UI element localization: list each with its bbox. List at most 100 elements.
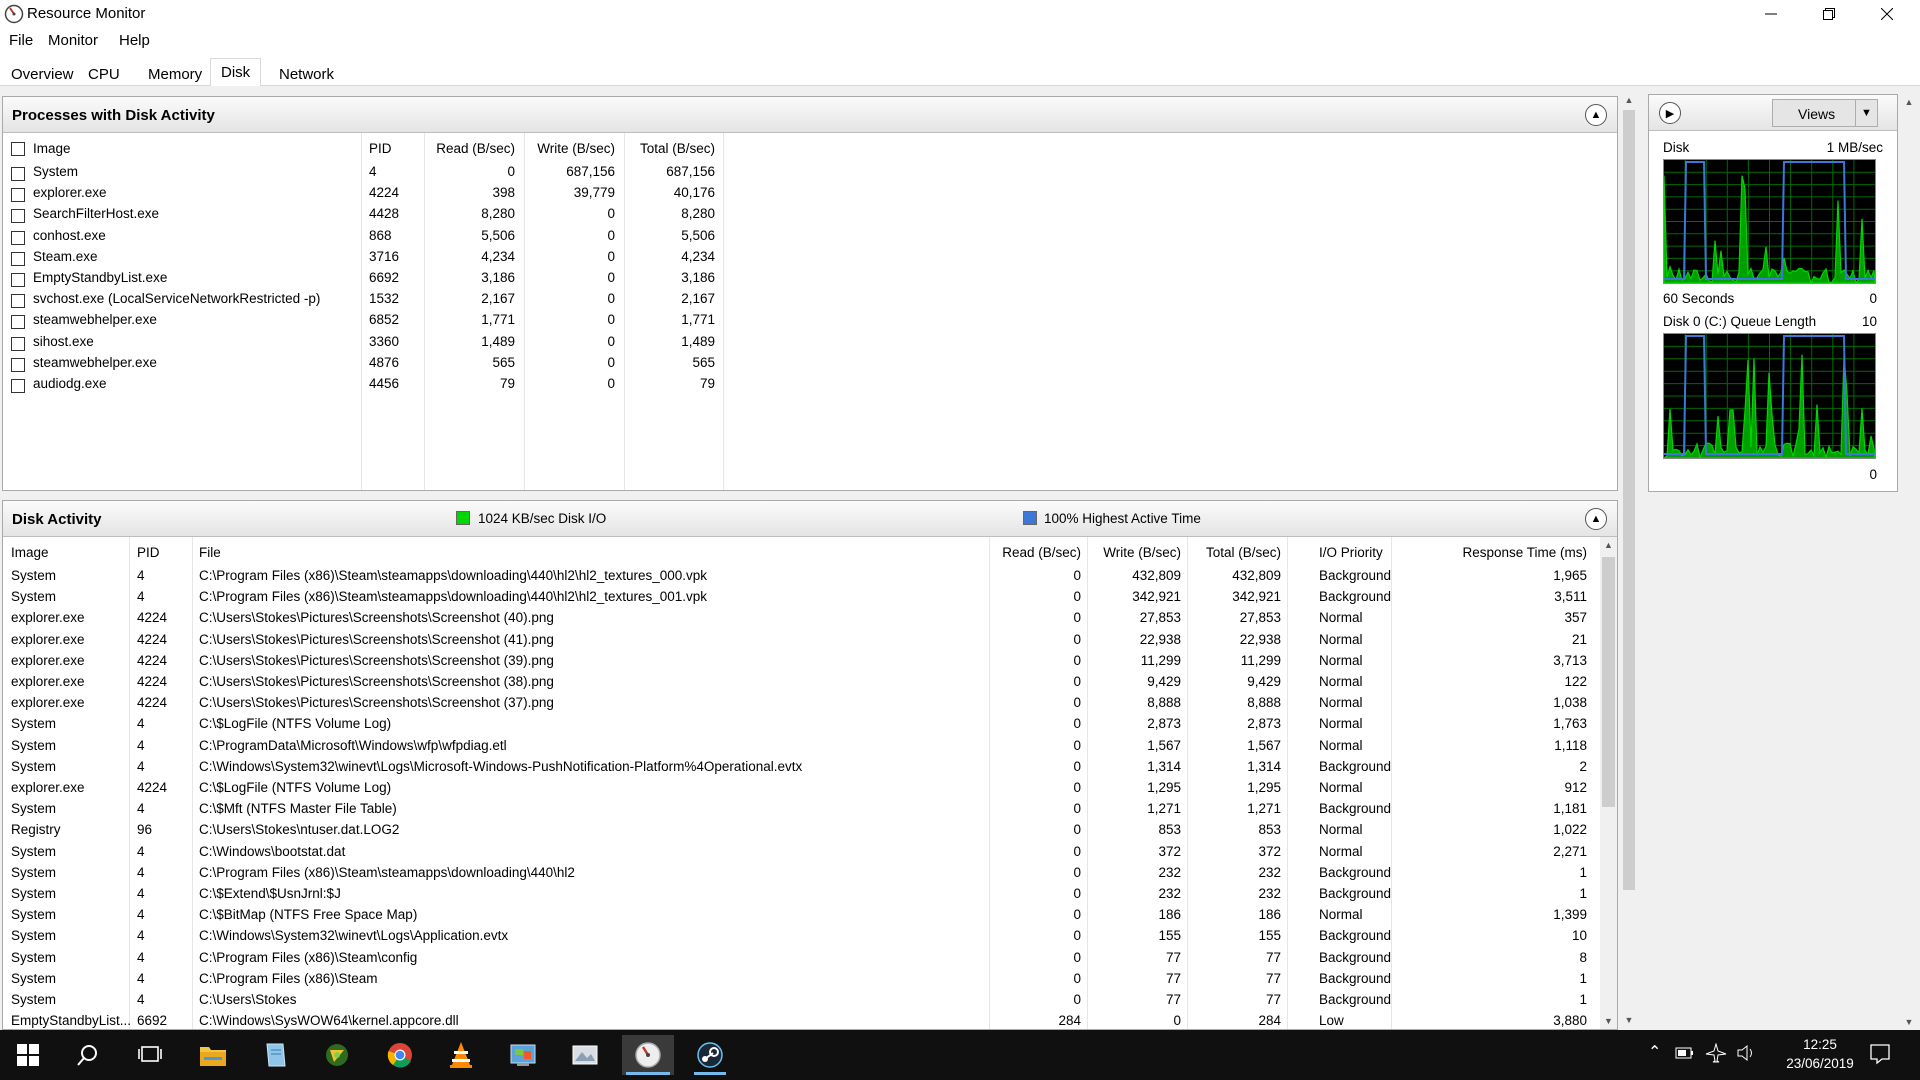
disk-row-cell[interactable]: Background: [1319, 886, 1391, 901]
disk-row-cell[interactable]: Low: [1319, 1013, 1344, 1028]
disk-row-cell[interactable]: explorer.exe: [11, 780, 85, 795]
windows-start-icon[interactable]: [8, 1035, 48, 1075]
process-row-cell[interactable]: EmptyStandbyList.exe: [33, 270, 167, 285]
disk-row-cell[interactable]: 155: [1158, 928, 1181, 943]
disk-column-header-image[interactable]: Image: [11, 545, 49, 560]
disk-row-cell[interactable]: 0: [1073, 568, 1081, 583]
process-row-cell[interactable]: steamwebhelper.exe: [33, 312, 157, 327]
main-scrollbar[interactable]: ▲ ▼: [1620, 92, 1638, 1028]
process-row-cell[interactable]: 4456: [369, 376, 399, 391]
disk-row-cell[interactable]: System: [11, 801, 56, 816]
process-row-cell[interactable]: 4224: [369, 185, 399, 200]
disk-row-cell[interactable]: 1,965: [1553, 568, 1587, 583]
process-row-cell[interactable]: Steam.exe: [33, 249, 98, 264]
disk-row-cell[interactable]: 27,853: [1140, 610, 1181, 625]
disk-row-cell[interactable]: 2,271: [1553, 844, 1587, 859]
disk-row-cell[interactable]: 11,299: [1241, 653, 1281, 668]
main-scroll-thumb[interactable]: [1623, 110, 1635, 890]
process-row-cell[interactable]: 0: [607, 334, 615, 349]
disk-row-cell[interactable]: System: [11, 886, 56, 901]
disk-row-cell[interactable]: 0: [1073, 886, 1081, 901]
disk-row-cell[interactable]: 186: [1158, 907, 1181, 922]
disk-column-header-write-b-sec[interactable]: Write (B/sec): [1103, 545, 1181, 560]
process-row-cell[interactable]: 687,156: [666, 164, 715, 179]
disk-activity-scrollbar[interactable]: ▲ ▼: [1600, 537, 1617, 1029]
media-player-icon[interactable]: [317, 1035, 357, 1075]
disk-row-cell[interactable]: Background: [1319, 950, 1391, 965]
disk-row-cell[interactable]: Normal: [1319, 695, 1363, 710]
disk-row-cell[interactable]: 1: [1579, 992, 1587, 1007]
process-row-cell[interactable]: sihost.exe: [33, 334, 94, 349]
disk-row-cell[interactable]: System: [11, 950, 56, 965]
process-row-cell[interactable]: 6852: [369, 312, 399, 327]
disk-row-cell[interactable]: 0: [1073, 801, 1081, 816]
disk-column-header-i-o-priority[interactable]: I/O Priority: [1319, 545, 1383, 560]
disk-row-cell[interactable]: 1,181: [1553, 801, 1587, 816]
disk-row-cell[interactable]: 1: [1579, 971, 1587, 986]
chrome-icon[interactable]: [380, 1035, 420, 1075]
process-row-cell[interactable]: steamwebhelper.exe: [33, 355, 157, 370]
disk-row-cell[interactable]: Normal: [1319, 907, 1363, 922]
process-row-cell[interactable]: 0: [607, 270, 615, 285]
disk-row-cell[interactable]: 0: [1073, 971, 1081, 986]
process-row-cell[interactable]: 0: [607, 312, 615, 327]
process-checkbox[interactable]: [11, 209, 25, 224]
process-row-cell[interactable]: 39,779: [574, 185, 615, 200]
disk-row-cell[interactable]: 11,299: [1141, 653, 1181, 668]
disk-row-cell[interactable]: C:\$LogFile (NTFS Volume Log): [199, 716, 391, 731]
chevron-up-icon[interactable]: ⌃: [1648, 1042, 1661, 1062]
process-row-cell[interactable]: 0: [607, 206, 615, 221]
disk-row-cell[interactable]: EmptyStandbyList...: [11, 1013, 131, 1028]
process-row-cell[interactable]: 0: [607, 249, 615, 264]
disk-row-cell[interactable]: 27,853: [1240, 610, 1281, 625]
disk-row-cell[interactable]: 0: [1073, 907, 1081, 922]
process-row-cell[interactable]: svchost.exe (LocalServiceNetworkRestrict…: [33, 291, 320, 306]
disk-activity-panel-header[interactable]: Disk Activity 1024 KB/sec Disk I/O 100% …: [3, 501, 1617, 537]
disk-row-cell[interactable]: 232: [1258, 865, 1281, 880]
disk-row-cell[interactable]: explorer.exe: [11, 653, 85, 668]
disk-row-cell[interactable]: Background: [1319, 971, 1391, 986]
disk-row-cell[interactable]: 4: [137, 568, 145, 583]
disk-row-cell[interactable]: 232: [1258, 886, 1281, 901]
disk-row-cell[interactable]: Background: [1319, 801, 1391, 816]
column-header-image[interactable]: Image: [33, 141, 71, 156]
disk-row-cell[interactable]: C:\$Extend\$UsnJrnl:$J: [199, 886, 341, 901]
disk-row-cell[interactable]: 4224: [137, 610, 167, 625]
disk-row-cell[interactable]: C:\Program Files (x86)\Steam\steamapps\d…: [199, 865, 575, 880]
disk-row-cell[interactable]: 77: [1166, 950, 1181, 965]
disk-row-cell[interactable]: 77: [1266, 971, 1281, 986]
process-row-cell[interactable]: 3716: [369, 249, 399, 264]
disk-row-cell[interactable]: C:\Program Files (x86)\Steam\steamapps\d…: [199, 568, 707, 583]
process-checkbox[interactable]: [11, 230, 25, 245]
disk-row-cell[interactable]: 0: [1073, 695, 1081, 710]
disk-row-cell[interactable]: Normal: [1319, 610, 1363, 625]
volume-icon[interactable]: [1736, 1044, 1756, 1062]
control-panel-icon[interactable]: [503, 1035, 543, 1075]
disk-row-cell[interactable]: 1: [1579, 886, 1587, 901]
disk-row-cell[interactable]: System: [11, 907, 56, 922]
steam-icon[interactable]: [690, 1035, 730, 1075]
process-row-cell[interactable]: 8,280: [681, 206, 715, 221]
disk-row-cell[interactable]: 1,314: [1247, 759, 1281, 774]
disk-row-cell[interactable]: 0: [1073, 632, 1081, 647]
disk-row-cell[interactable]: C:\Windows\System32\winevt\Logs\Microsof…: [199, 759, 802, 774]
column-header-read-b-sec[interactable]: Read (B/sec): [436, 141, 515, 156]
disk-row-cell[interactable]: C:\Users\Stokes\Pictures\Screenshots\Scr…: [199, 610, 554, 625]
disk-row-cell[interactable]: 0: [1073, 844, 1081, 859]
process-row-cell[interactable]: 4,234: [481, 249, 515, 264]
disk-row-cell[interactable]: 9,429: [1247, 674, 1281, 689]
action-center-icon[interactable]: [1869, 1043, 1891, 1065]
disk-row-cell[interactable]: 1,567: [1147, 738, 1181, 753]
disk-row-cell[interactable]: 4: [137, 738, 145, 753]
battery-icon[interactable]: [1675, 1046, 1695, 1060]
process-row-cell[interactable]: 8,280: [481, 206, 515, 221]
process-row-cell[interactable]: 2,167: [481, 291, 515, 306]
process-row-cell[interactable]: 4428: [369, 206, 399, 221]
expand-graphs-button[interactable]: ▶: [1659, 102, 1681, 124]
process-row-cell[interactable]: 1532: [369, 291, 399, 306]
process-row-cell[interactable]: 1,489: [681, 334, 715, 349]
disk-row-cell[interactable]: 0: [1073, 716, 1081, 731]
disk-row-cell[interactable]: 3,511: [1554, 589, 1587, 604]
disk-row-cell[interactable]: 8,888: [1247, 695, 1281, 710]
disk-row-cell[interactable]: C:\Users\Stokes: [199, 992, 297, 1007]
